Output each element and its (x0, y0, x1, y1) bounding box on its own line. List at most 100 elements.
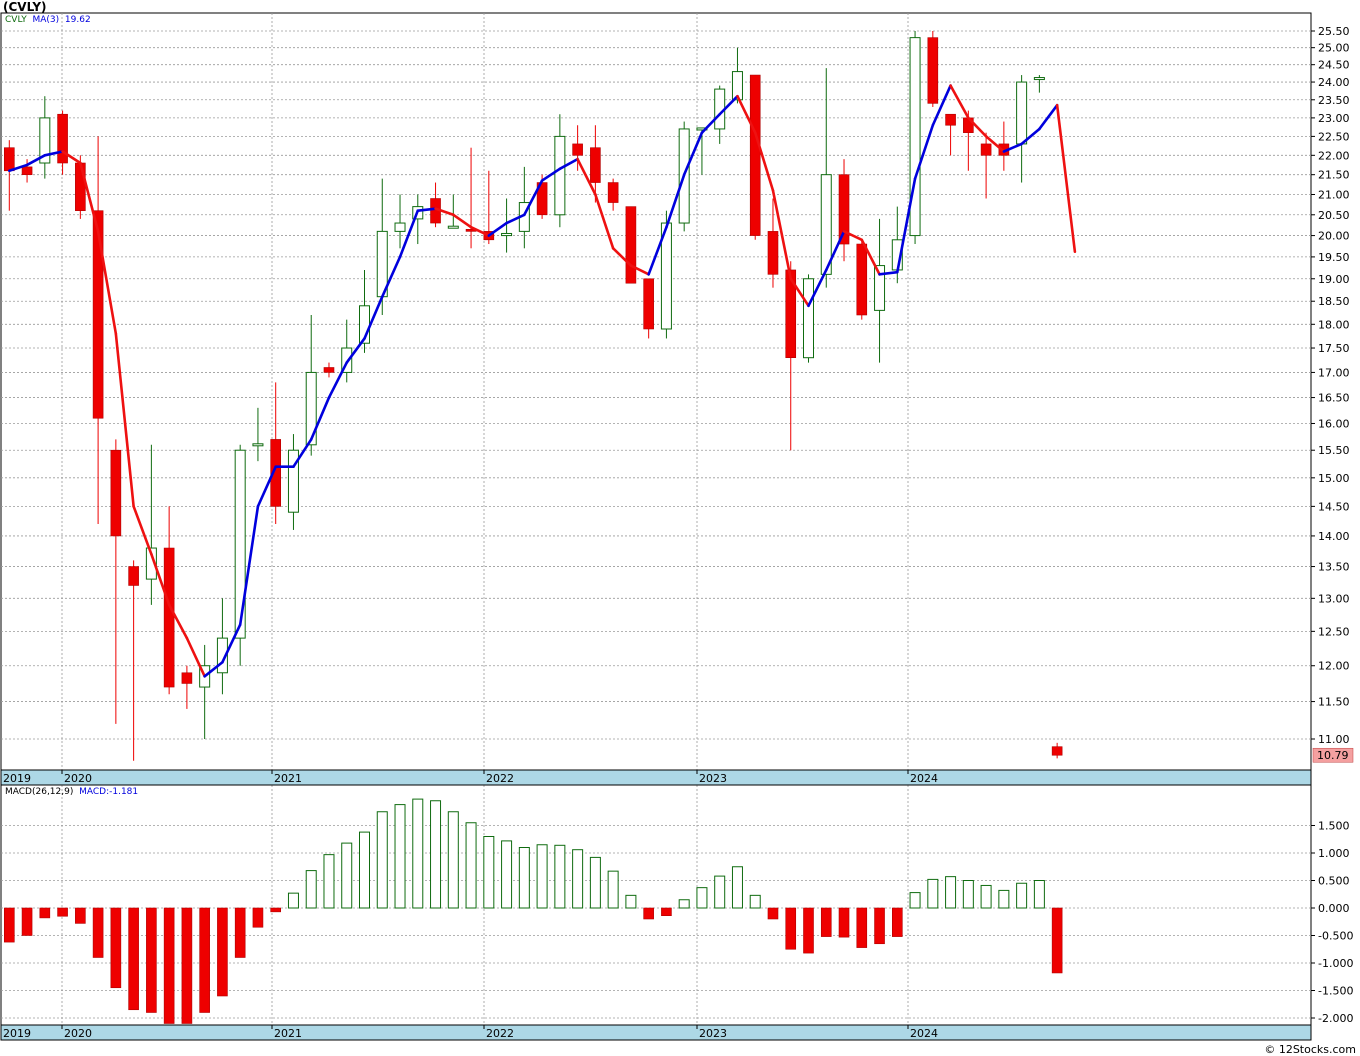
macd-bar (874, 907, 885, 945)
candle-body (856, 243, 868, 316)
price-tick-label: 18.50 (1318, 295, 1350, 308)
macd-bar (128, 907, 139, 1011)
macd-bar (323, 854, 335, 909)
macd-bar (927, 878, 939, 909)
price-tick-label: 13.00 (1318, 592, 1350, 605)
macd-bar (767, 907, 779, 920)
candle-body (749, 74, 761, 236)
macd-bar (501, 840, 513, 909)
date-axis-bar (0, 1024, 1312, 1041)
candle-body (110, 449, 122, 537)
candle (803, 274, 814, 363)
price-tick-label: 22.00 (1318, 149, 1350, 162)
macd-bar (181, 907, 193, 1024)
macd-bar (217, 907, 228, 997)
macd-bar (412, 798, 424, 909)
date-label: 2020 (64, 1027, 92, 1040)
candle-body (767, 231, 779, 275)
macd-bar (838, 907, 850, 938)
price-tick-label: 17.00 (1318, 366, 1350, 379)
price-tick-label: 15.00 (1318, 472, 1350, 485)
macd-tick-label: 0.500 (1318, 875, 1350, 888)
macd-tick-label: 1.000 (1318, 847, 1350, 860)
date-label: 2021 (274, 1027, 302, 1040)
candle-body (323, 367, 335, 373)
candle-body (1051, 746, 1063, 756)
price-tick-label: 24.50 (1318, 59, 1350, 72)
price-tick-label: 23.50 (1318, 94, 1350, 107)
macd-bar (1033, 880, 1045, 909)
legend-ma-value: 19.62 (64, 15, 91, 25)
macd-bar (749, 894, 761, 909)
macd-bar (163, 907, 175, 1024)
candle (625, 206, 637, 284)
macd-bar (554, 844, 566, 909)
candle-body (572, 143, 583, 156)
candle-body (927, 37, 939, 104)
macd-bar (465, 822, 477, 909)
candle-body (607, 182, 619, 203)
candle-body (394, 222, 406, 232)
macd-bar (714, 875, 726, 909)
macd-bar (731, 866, 743, 909)
macd-bar (891, 907, 903, 937)
candle-body (252, 443, 264, 447)
macd-bar (252, 907, 264, 928)
candle-body (447, 225, 459, 229)
candle-body (945, 113, 956, 126)
price-tick-label: 23.00 (1318, 112, 1350, 125)
price-tick-label: 19.00 (1318, 273, 1350, 286)
macd-bar (376, 811, 388, 909)
candle-body (909, 37, 921, 237)
macd-bar (359, 831, 370, 909)
candle-body (1033, 77, 1045, 81)
macd-bar (146, 907, 157, 1013)
macd-bar (483, 836, 495, 909)
candle (856, 239, 868, 320)
price-tick-label: 21.00 (1318, 188, 1350, 201)
macd-bar (678, 899, 690, 909)
macd-tick-label: -1.000 (1318, 957, 1353, 970)
macd-bar (234, 907, 246, 958)
macd-bar (270, 907, 282, 913)
candle-body (181, 672, 193, 684)
candle-body (554, 135, 566, 216)
date-label: 2024 (910, 1027, 938, 1040)
price-tick-label: 13.50 (1318, 561, 1350, 574)
price-tick-label: 11.00 (1318, 733, 1350, 746)
macd-bar (572, 849, 584, 909)
macd-bar (785, 907, 797, 950)
candle-body (57, 113, 68, 164)
macd-bar (447, 811, 459, 909)
macd-legend: MACD(26,12,9) MACD:-1.181 (5, 787, 138, 797)
date-label: 2024 (910, 772, 938, 785)
price-tick-label: 12.00 (1318, 660, 1350, 673)
price-legend: CVLY MA(3) 19.62 (5, 15, 91, 25)
price-tick-label: 20.00 (1318, 230, 1350, 243)
date-label: 2020 (64, 772, 92, 785)
price-tick-label: 15.50 (1318, 444, 1350, 457)
price-tick-label: 11.50 (1318, 696, 1350, 709)
candle-body (625, 206, 637, 284)
candle-body (590, 147, 601, 183)
macd-bar (980, 884, 992, 909)
price-tick-label: 14.00 (1318, 530, 1350, 543)
macd-bar (1051, 907, 1063, 974)
date-label: 2022 (486, 1027, 514, 1040)
price-tick-label: 14.50 (1318, 500, 1350, 513)
macd-bar (803, 907, 814, 954)
date-label: 2019 (3, 1027, 31, 1040)
macd-tick-label: 1.500 (1318, 820, 1350, 833)
date-label: 2021 (274, 772, 302, 785)
price-tick-label: 25.50 (1318, 25, 1350, 38)
macd-bar (589, 856, 601, 909)
price-tick-label: 12.50 (1318, 625, 1350, 638)
date-label: 2019 (3, 772, 31, 785)
macd-bar (21, 907, 33, 936)
macd-bar (92, 907, 104, 958)
legend-macd-value: MACD:-1.181 (79, 787, 139, 797)
date-axis-bar (0, 769, 1312, 786)
macd-bar (909, 892, 921, 909)
macd-tick-label: -2.000 (1318, 1012, 1353, 1025)
macd-panel-frame (0, 784, 1312, 1026)
